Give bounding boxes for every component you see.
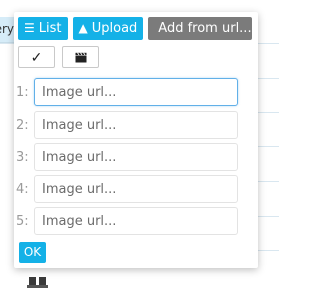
background-divider — [258, 112, 279, 113]
row-number: 2: — [16, 118, 29, 133]
image-insert-popup: ☰ List ▲ Upload Add from url... ✓ 1: Ima… — [14, 12, 258, 268]
row-number: 3: — [16, 150, 29, 165]
url-row: 1: — [14, 78, 258, 108]
tab-upload-label: Upload — [91, 21, 138, 36]
row-number: 4: — [16, 182, 29, 197]
url-row: 2: — [14, 111, 258, 141]
image-url-input-4[interactable] — [34, 175, 238, 203]
checkmark-icon: ✓ — [30, 48, 43, 65]
upload-arrow-icon: ▲ — [78, 21, 88, 35]
tab-list[interactable]: ☰ List — [18, 17, 68, 40]
background-table-cell: ery — [0, 17, 14, 43]
list-icon: ☰ — [24, 21, 35, 35]
url-row: 5: — [14, 207, 258, 237]
row-number: 1: — [16, 85, 29, 100]
image-url-input-2[interactable] — [34, 111, 238, 139]
background-divider — [258, 181, 279, 182]
people-icon — [27, 277, 48, 288]
row-number: 5: — [16, 214, 29, 229]
background-cell-text: ery — [0, 22, 14, 36]
background-divider — [258, 216, 279, 217]
tab-add-from-url-label: Add from url... — [158, 21, 252, 36]
tab-bar: ☰ List ▲ Upload Add from url... — [18, 17, 253, 40]
tool-buttons: ✓ — [18, 46, 99, 68]
clapperboard-icon — [75, 52, 86, 62]
confirm-button[interactable]: ✓ — [18, 46, 55, 68]
video-button[interactable] — [62, 46, 99, 68]
background-divider — [258, 250, 279, 251]
background-divider — [258, 78, 279, 79]
tab-list-label: List — [38, 21, 62, 36]
url-row: 3: — [14, 143, 258, 173]
tab-upload[interactable]: ▲ Upload — [72, 17, 144, 40]
image-url-input-3[interactable] — [34, 143, 238, 171]
background-divider — [258, 43, 279, 44]
url-row: 4: — [14, 175, 258, 205]
image-url-input-1[interactable] — [34, 78, 238, 106]
tab-add-from-url[interactable]: Add from url... — [148, 17, 253, 40]
image-url-input-5[interactable] — [34, 207, 238, 235]
background-divider — [258, 146, 279, 147]
ok-button[interactable]: OK — [19, 242, 46, 263]
